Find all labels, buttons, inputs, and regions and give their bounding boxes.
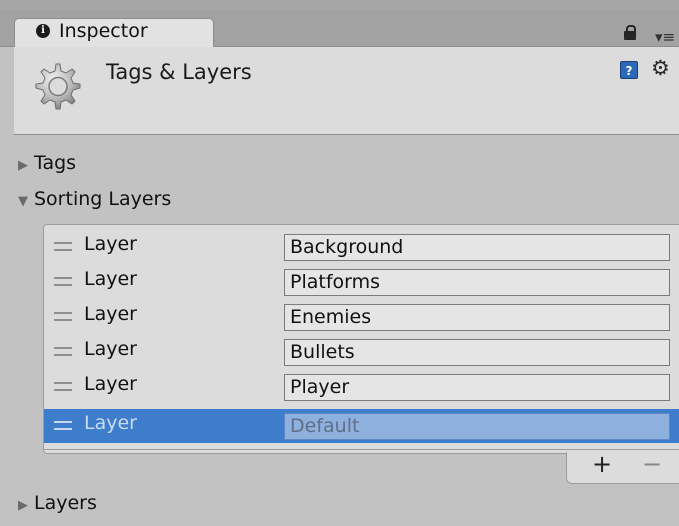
add-button[interactable]: + xyxy=(592,450,612,478)
foldout-tags-label: Tags xyxy=(34,152,77,174)
foldout-layers-label: Layers xyxy=(34,492,97,514)
collapsed-arrow-icon: ▶ xyxy=(18,158,28,173)
drag-handle-icon[interactable] xyxy=(54,347,72,356)
drag-handle-icon[interactable] xyxy=(54,312,72,321)
foldout-tags[interactable]: ▶ Tags xyxy=(18,149,76,177)
layer-label: Layer xyxy=(84,268,137,290)
list-item-selected[interactable]: Layer Default xyxy=(44,409,679,443)
window-top-strip xyxy=(0,0,679,10)
list-item[interactable]: Layer Enemies xyxy=(44,300,679,334)
list-item[interactable]: Layer Platforms xyxy=(44,265,679,299)
layer-name-field[interactable]: Background xyxy=(284,234,670,261)
tab-menu-icon[interactable]: ▾≡ xyxy=(655,28,675,46)
settings-gear-icon[interactable]: ⚙ xyxy=(651,56,670,80)
layer-label: Layer xyxy=(84,338,137,360)
list-item[interactable]: Layer Bullets xyxy=(44,335,679,369)
layer-name-field[interactable]: Platforms xyxy=(284,269,670,296)
foldout-sorting-layers[interactable]: ▼ Sorting Layers xyxy=(18,185,171,213)
lock-icon[interactable] xyxy=(624,25,636,40)
collapsed-arrow-icon: ▶ xyxy=(18,498,28,513)
list-item[interactable]: Layer Player xyxy=(44,370,679,404)
layer-name-field[interactable]: Bullets xyxy=(284,339,670,366)
foldout-layers[interactable]: ▶ Layers xyxy=(18,489,97,517)
expanded-arrow-icon: ▼ xyxy=(18,194,28,209)
layer-name-field[interactable]: Player xyxy=(284,374,670,401)
gear-icon xyxy=(35,63,81,110)
inspector-header: Tags & Layers ? ⚙ xyxy=(14,47,679,135)
drag-handle-icon[interactable] xyxy=(54,242,72,251)
drag-handle-icon[interactable] xyxy=(54,421,72,430)
layer-name-field[interactable]: Enemies xyxy=(284,304,670,331)
layer-label: Layer xyxy=(84,373,137,395)
info-icon: i xyxy=(36,24,50,38)
remove-button[interactable]: − xyxy=(642,450,662,478)
list-add-remove-footer: + − xyxy=(566,450,679,484)
layer-label: Layer xyxy=(84,303,137,325)
help-icon[interactable]: ? xyxy=(620,61,638,79)
list-divider xyxy=(44,449,679,450)
layer-name-field[interactable]: Default xyxy=(284,413,670,440)
tab-inspector[interactable]: i Inspector xyxy=(14,18,214,47)
foldout-sorting-layers-label: Sorting Layers xyxy=(34,188,172,210)
header-title: Tags & Layers xyxy=(106,60,252,84)
layer-label: Layer xyxy=(84,233,137,255)
list-item[interactable]: Layer Background xyxy=(44,230,679,264)
drag-handle-icon[interactable] xyxy=(54,382,72,391)
drag-handle-icon[interactable] xyxy=(54,277,72,286)
sorting-layers-list: Layer Background Layer Platforms Layer E… xyxy=(43,224,679,454)
tab-inspector-label: Inspector xyxy=(59,20,148,42)
layer-label: Layer xyxy=(84,412,137,434)
